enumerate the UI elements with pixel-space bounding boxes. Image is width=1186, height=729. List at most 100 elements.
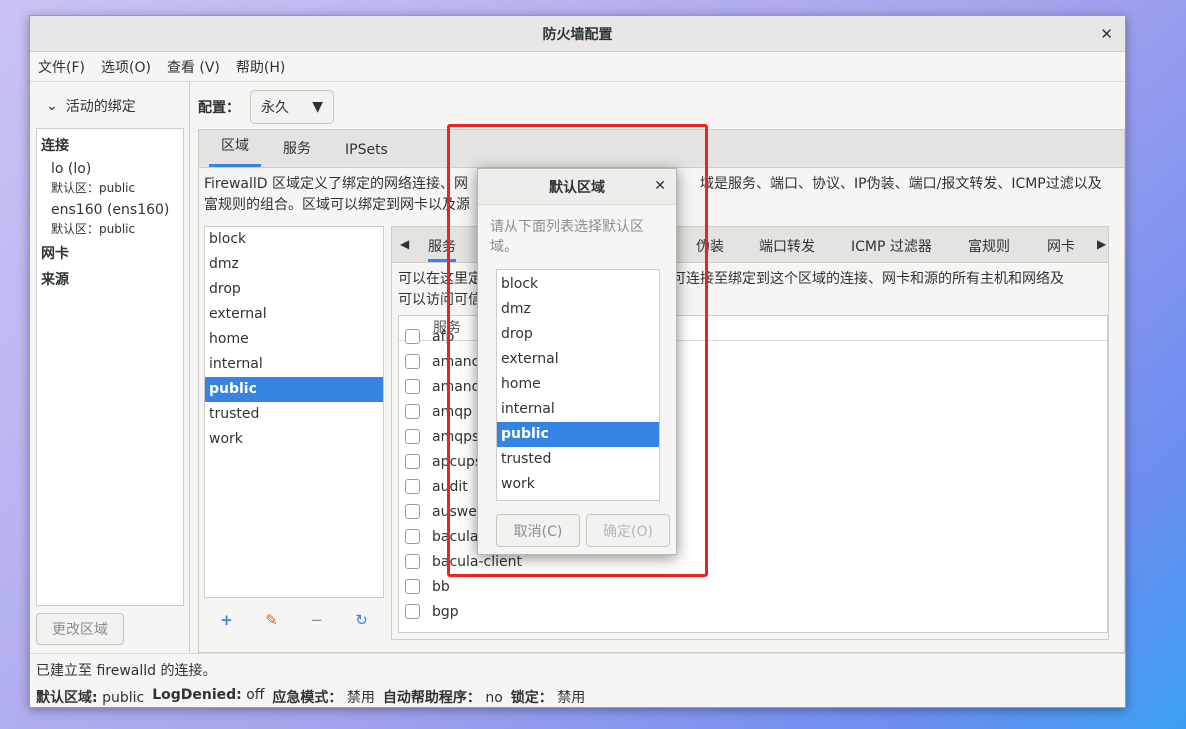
service-name: bacula <box>432 528 479 545</box>
zone-tab-services[interactable]: 服务 <box>428 236 456 262</box>
menu-view[interactable]: 查看 (V) <box>167 57 220 77</box>
zone-tab-interfaces[interactable]: 网卡 <box>1047 236 1075 256</box>
nic-section[interactable]: 网卡 <box>37 237 183 263</box>
close-icon[interactable]: ✕ <box>1100 25 1113 43</box>
service-name: bacula-client <box>432 553 523 570</box>
bindings-title: 活动的绑定 <box>65 99 136 115</box>
dialog-zone-trusted[interactable]: trusted <box>497 447 659 472</box>
service-name: bb <box>432 578 450 595</box>
log-denied-value: off <box>246 687 265 703</box>
chevron-down-icon: ⌄ <box>46 98 58 114</box>
zone-list: block dmz drop external home internal pu… <box>204 226 384 598</box>
config-select[interactable]: 永久 ▼ <box>250 90 334 124</box>
service-checkbox[interactable] <box>405 529 420 544</box>
dialog-zone-internal[interactable]: internal <box>497 397 659 422</box>
connection-lo-zone: 默认区：public <box>51 181 136 195</box>
service-checkbox[interactable] <box>405 454 420 469</box>
zones-desc-line2: 富规则的组合。区域可以绑定到网卡以及源 <box>204 197 470 213</box>
service-name: amqps <box>432 428 480 445</box>
connection-lo[interactable]: lo (lo) <box>37 155 183 177</box>
bindings-list: 连接 lo (lo) 默认区：public ens160 (ens160) 默认… <box>36 128 184 606</box>
menu-help[interactable]: 帮助(H) <box>236 57 285 77</box>
zone-item-external[interactable]: external <box>205 302 383 327</box>
connections-section[interactable]: 连接 <box>37 129 183 155</box>
dialog-hint: 请从下面列表选择默认区域。 <box>490 219 644 255</box>
log-denied-status: LogDenied: off <box>152 687 264 707</box>
zone-tab-icmp-filter[interactable]: ICMP 过滤器 <box>851 236 932 256</box>
service-checkbox[interactable] <box>405 354 420 369</box>
edit-zone-icon[interactable]: ✎ <box>261 611 283 629</box>
zone-item-dmz[interactable]: dmz <box>205 252 383 277</box>
service-checkbox[interactable] <box>405 604 420 619</box>
dialog-zone-drop[interactable]: drop <box>497 322 659 347</box>
dialog-title-bar: 默认区域 ✕ <box>478 169 676 205</box>
table-row: bgp <box>399 599 1107 624</box>
dialog-zone-home[interactable]: home <box>497 372 659 397</box>
bindings-header[interactable]: ⌄ 活动的绑定 <box>46 96 136 116</box>
service-checkbox[interactable] <box>405 479 420 494</box>
service-name: afp <box>432 328 455 345</box>
dialog-zone-public[interactable]: public <box>497 422 659 447</box>
source-section[interactable]: 来源 <box>37 263 183 289</box>
table-row: bb <box>399 574 1107 599</box>
service-checkbox[interactable] <box>405 554 420 569</box>
service-name: bgp <box>432 603 459 620</box>
change-zone-button[interactable]: 更改区域 <box>36 613 124 645</box>
scroll-right-icon[interactable]: ▶ <box>1097 237 1106 251</box>
reload-zone-icon[interactable]: ↻ <box>351 611 373 629</box>
dialog-zone-work[interactable]: work <box>497 472 659 497</box>
service-name: amqp <box>432 403 472 420</box>
zone-tab-port-forward[interactable]: 端口转发 <box>759 236 815 256</box>
auto-helper-status: 自动帮助程序： no <box>383 687 503 707</box>
service-checkbox[interactable] <box>405 504 420 519</box>
cancel-button[interactable]: 取消(C) <box>496 514 580 547</box>
dialog-buttons: 取消(C) 确定(O) <box>496 514 670 547</box>
dropdown-arrow-icon: ▼ <box>312 99 323 115</box>
lockdown-value: 禁用 <box>557 690 586 706</box>
lockdown-label: 锁定： <box>510 690 553 706</box>
zone-toolbar: + ✎ − ↻ <box>204 600 384 640</box>
zone-tab-rich-rules[interactable]: 富规则 <box>968 236 1010 256</box>
zone-item-internal[interactable]: internal <box>205 352 383 377</box>
service-checkbox[interactable] <box>405 429 420 444</box>
tab-zones[interactable]: 区域 <box>209 135 261 167</box>
default-zone-value: public <box>102 690 145 706</box>
panic-mode-value: 禁用 <box>346 690 375 706</box>
dialog-zone-dmz[interactable]: dmz <box>497 297 659 322</box>
dialog-zone-external[interactable]: external <box>497 347 659 372</box>
zone-item-public[interactable]: public <box>205 377 383 402</box>
tab-services[interactable]: 服务 <box>271 138 323 167</box>
service-checkbox[interactable] <box>405 379 420 394</box>
service-checkbox[interactable] <box>405 579 420 594</box>
zones-desc-part2: 域是服务、端口、协议、IP伪装、端口/报文转发、ICMP过滤以及 <box>700 176 1102 192</box>
lockdown-status: 锁定： 禁用 <box>511 687 585 707</box>
zone-item-drop[interactable]: drop <box>205 277 383 302</box>
log-denied-label: LogDenied: <box>152 687 242 703</box>
zone-item-work[interactable]: work <box>205 427 383 452</box>
zone-item-home[interactable]: home <box>205 327 383 352</box>
menu-file[interactable]: 文件(F) <box>38 57 85 77</box>
tab-ipsets[interactable]: IPSets <box>333 142 400 167</box>
zones-desc-part1: FirewallD 区域定义了绑定的网络连接、网 <box>204 176 469 192</box>
menu-options[interactable]: 选项(O) <box>101 57 151 77</box>
zone-item-block[interactable]: block <box>205 227 383 252</box>
panic-mode-status: 应急模式： 禁用 <box>272 687 374 707</box>
auto-helper-value: no <box>485 690 503 706</box>
zone-tab-masquerade[interactable]: 伪装 <box>696 236 724 256</box>
dialog-close-icon[interactable]: ✕ <box>654 178 666 194</box>
default-zone-dialog: 默认区域 ✕ 请从下面列表选择默认区域。 block dmz drop exte… <box>477 168 677 555</box>
connection-ens160-zone: 默认区：public <box>51 222 136 236</box>
main-tabs: 区域 服务 IPSets <box>199 130 1124 168</box>
status-bar: 已建立至 firewalld 的连接。 默认区域: public LogDeni… <box>30 653 1125 709</box>
service-checkbox[interactable] <box>405 329 420 344</box>
ok-button[interactable]: 确定(O) <box>586 514 670 547</box>
service-checkbox[interactable] <box>405 404 420 419</box>
zone-item-trusted[interactable]: trusted <box>205 402 383 427</box>
active-bindings-pane: ⌄ 活动的绑定 连接 lo (lo) 默认区：public ens160 (en… <box>30 82 190 653</box>
remove-zone-icon[interactable]: − <box>306 611 328 629</box>
connection-ens160[interactable]: ens160 (ens160) <box>37 196 183 218</box>
dialog-zone-block[interactable]: block <box>497 272 659 297</box>
add-zone-icon[interactable]: + <box>216 611 238 629</box>
scroll-left-icon[interactable]: ◀ <box>400 237 409 251</box>
connection-status: 已建立至 firewalld 的连接。 <box>36 663 217 679</box>
